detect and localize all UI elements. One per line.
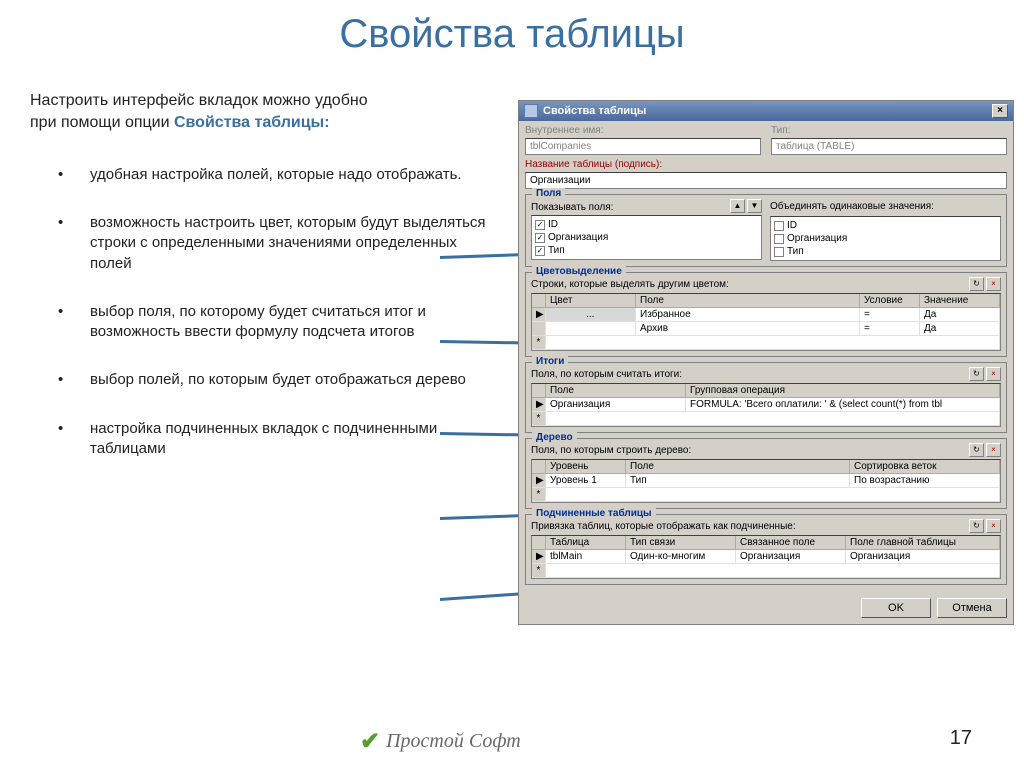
grid-new-row: *: [532, 412, 1000, 426]
subtables-label: Привязка таблиц, которые отображать как …: [531, 521, 796, 533]
grid-new-row: *: [532, 488, 1000, 502]
type-label: Тип:: [771, 125, 1007, 136]
intro-line2-prefix: при помощи опции: [30, 114, 174, 131]
subtables-grid[interactable]: Таблица Тип связи Связанное поле Поле гл…: [531, 535, 1001, 579]
field-checkbox-row: ✓Тип: [535, 244, 758, 257]
show-fields-listbox[interactable]: ✓ID ✓Организация ✓Тип: [531, 215, 762, 260]
field-checkbox-row: Организация: [774, 232, 997, 245]
cancel-button[interactable]: Отмена: [937, 598, 1007, 618]
group-title-fields: Поля: [532, 188, 565, 199]
move-up-button[interactable]: ▲: [730, 199, 745, 213]
grid-new-row: *: [532, 336, 1000, 350]
bullet-list: удобная настройка полей, которые надо от…: [30, 165, 490, 459]
internal-name-input[interactable]: tblCompanies: [525, 138, 761, 155]
left-column: Настроить интерфейс вкладок можно удобно…: [30, 90, 490, 487]
grid-row: ▶ ... Избранное = Да: [532, 308, 1000, 322]
group-title-colors: Цветовыделение: [532, 266, 626, 277]
bullet-item: выбор поля, по которому будет считаться …: [30, 302, 490, 343]
group-title-totals: Итоги: [532, 356, 568, 367]
slide-title: Свойства таблицы: [0, 0, 1024, 63]
group-totals: Итоги Поля, по которым считать итоги: ↻×…: [525, 362, 1007, 433]
arrow-icon: [440, 592, 526, 601]
bullet-item: удобная настройка полей, которые надо от…: [30, 165, 490, 185]
app-icon: [524, 104, 538, 118]
titlebar: Свойства таблицы ×: [519, 101, 1013, 121]
arrow-icon: [440, 514, 526, 520]
delete-button[interactable]: ×: [986, 367, 1001, 381]
checkmark-icon: ✔: [360, 727, 380, 756]
grid-row: ▶ tblMain Один-ко-многим Организация Орг…: [532, 550, 1000, 564]
tree-label: Поля, по которым строить дерево:: [531, 445, 691, 457]
intro-line1: Настроить интерфейс вкладок можно удобно: [30, 92, 368, 109]
refresh-button[interactable]: ↻: [969, 367, 984, 381]
refresh-button[interactable]: ↻: [969, 443, 984, 457]
delete-button[interactable]: ×: [986, 277, 1001, 291]
checkbox-icon[interactable]: ✓: [535, 246, 545, 256]
group-subtables: Подчиненные таблицы Привязка таблиц, кот…: [525, 514, 1007, 585]
field-checkbox-row: Тип: [774, 245, 997, 258]
grid-new-row: *: [532, 564, 1000, 578]
move-down-button[interactable]: ▼: [747, 199, 762, 213]
delete-button[interactable]: ×: [986, 443, 1001, 457]
colors-grid[interactable]: Цвет Поле Условие Значение ▶ ... Избранн…: [531, 293, 1001, 351]
refresh-button[interactable]: ↻: [969, 277, 984, 291]
type-input[interactable]: таблица (TABLE): [771, 138, 1007, 155]
grid-row: ▶ Уровень 1 Тип По возрастанию: [532, 474, 1000, 488]
grid-row: Архив = Да: [532, 322, 1000, 336]
dialog-buttons: OK Отмена: [519, 594, 1013, 624]
bullet-item: настройка подчиненных вкладок с подчинен…: [30, 419, 490, 460]
colors-label: Строки, которые выделять другим цветом:: [531, 279, 729, 291]
caption-input[interactable]: Организации: [525, 172, 1007, 189]
footer-logo: ✔ Простой Софт: [360, 727, 521, 756]
ok-button[interactable]: OK: [861, 598, 931, 618]
merge-fields-label: Объединять одинаковые значения:: [770, 201, 1001, 212]
checkbox-icon[interactable]: ✓: [535, 233, 545, 243]
field-checkbox-row: ✓Организация: [535, 231, 758, 244]
bullet-item: возможность настроить цвет, которым буду…: [30, 213, 490, 274]
caption-label: Название таблицы (подпись):: [525, 159, 1007, 170]
close-button[interactable]: ×: [992, 104, 1008, 118]
footer-text: Простой Софт: [386, 730, 521, 753]
dialog-body: Внутреннее имя: tblCompanies Тип: таблиц…: [519, 121, 1013, 594]
checkbox-icon[interactable]: [774, 234, 784, 244]
totals-label: Поля, по которым считать итоги:: [531, 369, 682, 381]
field-checkbox-row: ID: [774, 219, 997, 232]
group-title-subtables: Подчиненные таблицы: [532, 508, 656, 519]
group-tree: Дерево Поля, по которым строить дерево: …: [525, 438, 1007, 509]
totals-grid[interactable]: Поле Групповая операция ▶ Организация FO…: [531, 383, 1001, 427]
checkbox-icon[interactable]: [774, 221, 784, 231]
intro-line2-em: Свойства таблицы:: [174, 114, 330, 131]
dialog-title: Свойства таблицы: [543, 105, 646, 117]
checkbox-icon[interactable]: [774, 247, 784, 257]
internal-name-label: Внутреннее имя:: [525, 125, 761, 136]
group-fields: Поля Показывать поля: ▲▼ ✓ID ✓Организаци…: [525, 194, 1007, 267]
refresh-button[interactable]: ↻: [969, 519, 984, 533]
merge-fields-listbox[interactable]: ID Организация Тип: [770, 216, 1001, 261]
intro-text: Настроить интерфейс вкладок можно удобно…: [30, 90, 490, 135]
delete-button[interactable]: ×: [986, 519, 1001, 533]
tree-grid[interactable]: Уровень Поле Сортировка веток ▶ Уровень …: [531, 459, 1001, 503]
show-fields-label: Показывать поля:: [531, 202, 613, 213]
field-checkbox-row: ✓ID: [535, 218, 758, 231]
checkbox-icon[interactable]: ✓: [535, 220, 545, 230]
group-title-tree: Дерево: [532, 432, 577, 443]
grid-row: ▶ Организация FORMULA: 'Всего оплатили: …: [532, 398, 1000, 412]
page-number: 17: [950, 727, 972, 750]
bullet-item: выбор полей, по которым будет отображать…: [30, 370, 490, 390]
table-properties-dialog: Свойства таблицы × Внутреннее имя: tblCo…: [518, 100, 1014, 625]
group-colors: Цветовыделение Строки, которые выделять …: [525, 272, 1007, 357]
